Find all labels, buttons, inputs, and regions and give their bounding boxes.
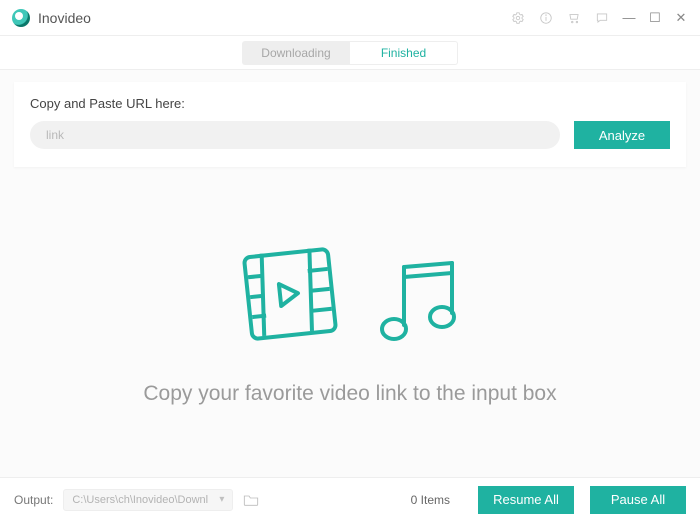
music-note-icon <box>372 253 462 354</box>
tabs-row: Downloading Finished <box>0 36 700 70</box>
gear-icon[interactable] <box>510 10 526 26</box>
url-row: Analyze <box>30 121 670 149</box>
info-icon[interactable] <box>538 10 554 26</box>
url-input[interactable] <box>30 121 560 149</box>
tab-downloading[interactable]: Downloading <box>242 41 350 65</box>
maximize-button[interactable]: ☐ <box>648 10 662 26</box>
chat-icon[interactable] <box>594 10 610 26</box>
titlebar: Inovideo — ☐ ✕ <box>0 0 700 36</box>
chevron-down-icon[interactable]: ▾ <box>219 494 224 505</box>
analyze-button[interactable]: Analyze <box>574 121 670 149</box>
footer: Output: C:\Users\ch\Inovideo\Downl ▾ 0 I… <box>0 477 700 521</box>
empty-message: Copy your favorite video link to the inp… <box>143 382 556 406</box>
open-folder-button[interactable] <box>243 492 259 508</box>
illustration <box>238 239 462 354</box>
url-panel: Copy and Paste URL here: Analyze <box>14 82 686 167</box>
url-label: Copy and Paste URL here: <box>30 96 670 111</box>
pause-all-button[interactable]: Pause All <box>590 486 686 514</box>
close-button[interactable]: ✕ <box>674 10 688 26</box>
app-logo-icon <box>12 9 30 27</box>
titlebar-left: Inovideo <box>12 9 91 27</box>
titlebar-right: — ☐ ✕ <box>510 10 688 26</box>
output-label: Output: <box>14 493 53 507</box>
items-count: 0 Items <box>411 493 450 507</box>
tab-finished[interactable]: Finished <box>350 41 458 65</box>
resume-all-button[interactable]: Resume All <box>478 486 574 514</box>
output-path-text: C:\Users\ch\Inovideo\Downl <box>72 494 208 506</box>
minimize-button[interactable]: — <box>622 10 636 25</box>
app-title: Inovideo <box>38 10 91 26</box>
cart-icon[interactable] <box>566 10 582 26</box>
output-path-field[interactable]: C:\Users\ch\Inovideo\Downl ▾ <box>63 489 233 511</box>
film-icon <box>238 239 348 354</box>
tabs: Downloading Finished <box>242 41 458 65</box>
main-empty-state: Copy your favorite video link to the inp… <box>0 167 700 477</box>
